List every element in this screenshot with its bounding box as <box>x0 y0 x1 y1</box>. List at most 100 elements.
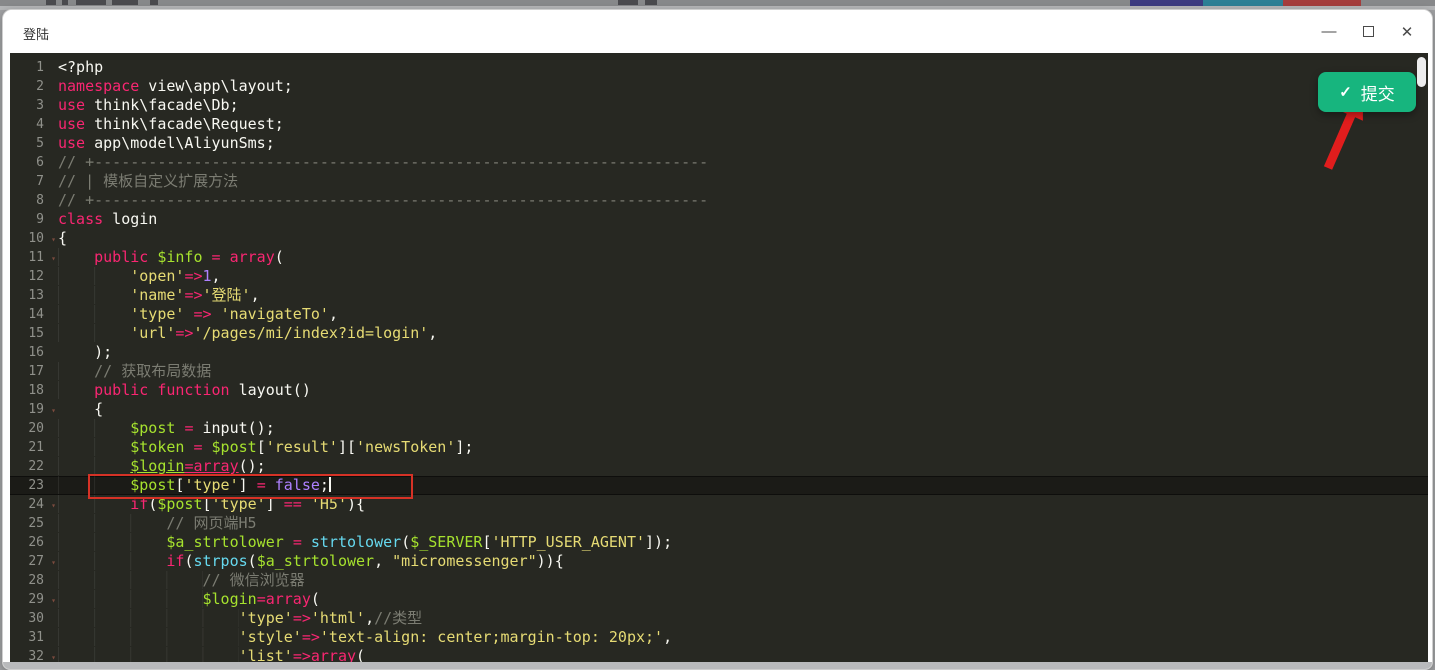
code-text: { <box>58 229 67 248</box>
code-text: // 获取布局数据 <box>58 362 211 381</box>
background-window-strip-mark <box>618 0 638 5</box>
code-line: 28 // 微信浏览器 <box>10 571 1428 590</box>
code-line: 20 $post = input(); <box>10 419 1428 438</box>
minimize-button[interactable]: — <box>1316 19 1342 45</box>
line-number: 9 <box>10 210 58 229</box>
code-text: use think\facade\Db; <box>58 96 239 115</box>
line-number: 31 <box>10 628 58 647</box>
background-window-strip-segment <box>1130 0 1203 6</box>
code-text: $post['type'] = false; <box>58 476 331 495</box>
background-window-strip-segment <box>1283 0 1361 6</box>
fold-arrow-icon[interactable]: ▾ <box>51 496 56 515</box>
code-text: $post = input(); <box>58 419 275 438</box>
code-text: // | 模板自定义扩展方法 <box>58 172 238 191</box>
window-title: 登陆 <box>23 24 49 43</box>
code-line: 32▾ 'list'=>array( <box>10 647 1428 662</box>
fold-arrow-icon[interactable]: ▾ <box>51 591 56 610</box>
submit-button[interactable]: ✓ 提交 <box>1318 72 1416 112</box>
line-number: 10▾ <box>10 229 58 248</box>
code-line: 9class login <box>10 210 1428 229</box>
code-editor[interactable]: 1<?php2namespace view\app\layout;3use th… <box>10 53 1428 662</box>
submit-button-label: 提交 <box>1361 80 1395 105</box>
code-line: 21 $token = $post['result']['newsToken']… <box>10 438 1428 457</box>
code-text: // 网页端H5 <box>58 514 257 533</box>
line-number: 14 <box>10 305 58 324</box>
code-text: $login=array(); <box>58 457 266 476</box>
maximize-icon <box>1363 26 1374 37</box>
line-number: 26 <box>10 533 58 552</box>
code-text: $a_strtolower = strtolower($_SERVER['HTT… <box>58 533 672 552</box>
line-number: 19▾ <box>10 400 58 419</box>
code-text: // 微信浏览器 <box>58 571 305 590</box>
window-controls: — ✕ <box>1316 10 1420 53</box>
code-text: public $info = array( <box>58 248 284 267</box>
screen: 登陆 — ✕ 1<?php2namespace view\app\layout;… <box>0 0 1435 670</box>
line-number: 18 <box>10 381 58 400</box>
line-number: 22 <box>10 457 58 476</box>
code-line: 7// | 模板自定义扩展方法 <box>10 172 1428 191</box>
code-text: namespace view\app\layout; <box>58 77 293 96</box>
code-line: 16 ); <box>10 343 1428 362</box>
fold-arrow-icon[interactable]: ▾ <box>51 553 56 572</box>
code-line: 18 public function layout() <box>10 381 1428 400</box>
close-button[interactable]: ✕ <box>1394 19 1420 45</box>
login-dialog-window: 登陆 — ✕ 1<?php2namespace view\app\layout;… <box>2 9 1433 670</box>
code-text: 'url'=>'/pages/mi/index?id=login', <box>58 324 437 343</box>
code-line: 2namespace view\app\layout; <box>10 77 1428 96</box>
fold-arrow-icon[interactable]: ▾ <box>51 648 56 662</box>
line-number: 15 <box>10 324 58 343</box>
code-line: 10▾{ <box>10 229 1428 248</box>
background-window-strip-mark <box>150 0 158 5</box>
code-text: { <box>58 400 103 419</box>
code-text: 'type'=>'html',//类型 <box>58 609 422 628</box>
code-text: use think\facade\Request; <box>58 115 284 134</box>
code-line: 31 'style'=>'text-align: center;margin-t… <box>10 628 1428 647</box>
code-text: if(strpos($a_strtolower, "micromessenger… <box>58 552 564 571</box>
code-line: 26 $a_strtolower = strtolower($_SERVER['… <box>10 533 1428 552</box>
line-number: 29▾ <box>10 590 58 609</box>
line-number: 20 <box>10 419 58 438</box>
code-text: public function layout() <box>58 381 311 400</box>
line-number: 5 <box>10 134 58 153</box>
fold-arrow-icon[interactable]: ▾ <box>51 230 56 249</box>
line-number: 8 <box>10 191 58 210</box>
line-number: 16 <box>10 343 58 362</box>
code-line: 8// +-----------------------------------… <box>10 191 1428 210</box>
code-line: 17 // 获取布局数据 <box>10 362 1428 381</box>
title-bar: 登陆 — ✕ <box>3 10 1432 53</box>
code-text: 'style'=>'text-align: center;margin-top:… <box>58 628 672 647</box>
maximize-button[interactable] <box>1355 19 1381 45</box>
code-line: 23 $post['type'] = false; <box>10 476 1428 495</box>
background-window-strip-mark <box>645 0 657 5</box>
code-line: 4use think\facade\Request; <box>10 115 1428 134</box>
window-bottom-edge <box>3 662 1432 669</box>
code-line: 13 'name'=>'登陆', <box>10 286 1428 305</box>
fold-arrow-icon[interactable]: ▾ <box>51 401 56 420</box>
line-number: 6 <box>10 153 58 172</box>
line-number: 3 <box>10 96 58 115</box>
line-number: 1 <box>10 58 58 77</box>
line-number: 25 <box>10 514 58 533</box>
code-text: $login=array( <box>58 590 320 609</box>
line-number: 7 <box>10 172 58 191</box>
check-icon: ✓ <box>1339 83 1352 101</box>
code-line: 12 'open'=>1, <box>10 267 1428 286</box>
code-text: 'list'=>array( <box>58 647 365 662</box>
code-text: class login <box>58 210 157 229</box>
code-lines: 1<?php2namespace view\app\layout;3use th… <box>10 53 1428 662</box>
code-line: 22 $login=array(); <box>10 457 1428 476</box>
line-number: 30 <box>10 609 58 628</box>
line-number: 12 <box>10 267 58 286</box>
line-number: 21 <box>10 438 58 457</box>
line-number: 2 <box>10 77 58 96</box>
fold-arrow-icon[interactable]: ▾ <box>51 249 56 268</box>
text-cursor <box>329 477 331 492</box>
line-number: 27▾ <box>10 552 58 571</box>
line-number: 28 <box>10 571 58 590</box>
code-line: 6// +-----------------------------------… <box>10 153 1428 172</box>
code-text: // +------------------------------------… <box>58 153 708 172</box>
background-window-strip-mark <box>76 0 106 5</box>
vertical-scrollbar-thumb[interactable] <box>1417 57 1426 87</box>
background-window-strip-mark <box>62 0 68 5</box>
code-line: 14 'type' => 'navigateTo', <box>10 305 1428 324</box>
